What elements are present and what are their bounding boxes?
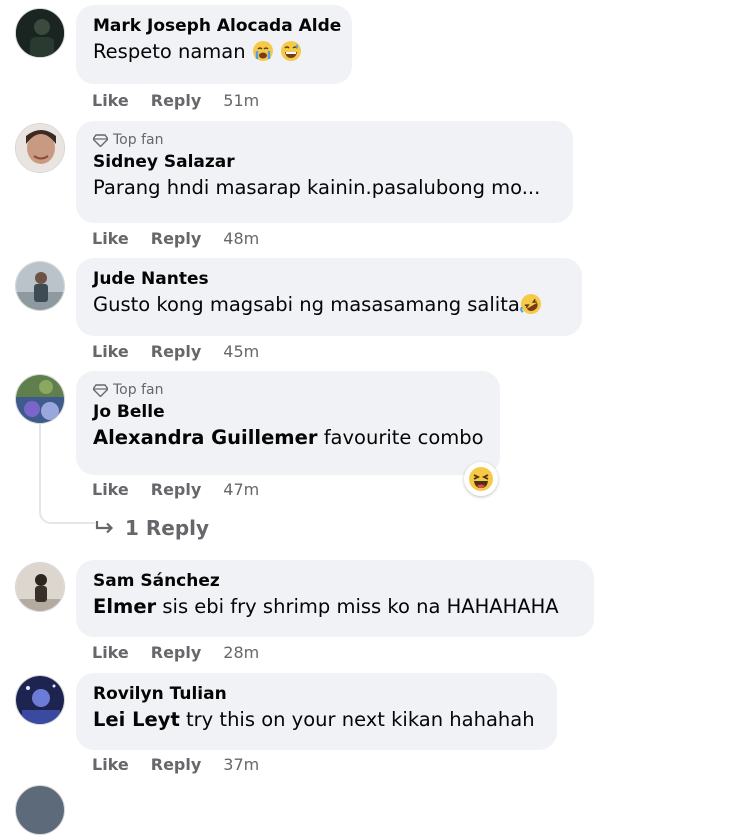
comment-author[interactable]: Sam Sánchez: [93, 569, 578, 593]
haha-reaction-icon[interactable]: [464, 462, 498, 496]
grinning-sweat-emoji: [280, 40, 302, 70]
comment-actions: Like Reply 48m: [92, 227, 259, 249]
reply-button[interactable]: Reply: [151, 643, 202, 662]
like-button[interactable]: Like: [92, 229, 129, 248]
comment-text: Elmer sis ebi fry shrimp miss ko na HAHA…: [93, 593, 578, 621]
comment-text: Respeto naman: [93, 38, 336, 70]
avatar[interactable]: [15, 785, 65, 835]
comment-bubble: Top fan Jo Belle Alexandra Guillemer fav…: [76, 371, 500, 475]
mentioned-user-link[interactable]: Elmer: [93, 595, 156, 618]
comment-text: Alexandra Guillemer favourite combo: [93, 424, 484, 452]
like-button[interactable]: Like: [92, 91, 129, 110]
comment-text: Gusto kong magsabi ng masasamang salita: [93, 291, 566, 323]
diamond-icon: [93, 383, 108, 397]
like-button[interactable]: Like: [92, 643, 129, 662]
comment-timestamp[interactable]: 51m: [223, 91, 259, 110]
top-fan-label: Top fan: [113, 132, 164, 148]
comment-bubble: Mark Joseph Alocada Alde Respeto naman: [76, 5, 352, 84]
comment-actions: Like Reply 28m: [92, 641, 259, 663]
rolling-laughing-emoji: [520, 293, 542, 323]
reply-arrow-icon: [95, 521, 114, 534]
comment-body: Respeto naman: [93, 40, 246, 63]
crying-face-emoji: [252, 40, 274, 70]
comment-actions: Like Reply 45m: [92, 340, 259, 362]
comment-body: favourite combo: [323, 426, 484, 449]
comment-author[interactable]: Rovilyn Tulian: [93, 682, 541, 706]
comment-author[interactable]: Mark Joseph Alocada Alde: [93, 14, 341, 38]
avatar[interactable]: [15, 8, 65, 58]
diamond-icon: [93, 133, 108, 147]
avatar[interactable]: [15, 374, 65, 424]
like-button[interactable]: Like: [92, 342, 129, 361]
comment-actions: Like Reply 51m: [92, 89, 259, 111]
comment-bubble: Sam Sánchez Elmer sis ebi fry shrimp mis…: [76, 560, 594, 637]
comment-timestamp[interactable]: 28m: [223, 643, 259, 662]
comment-body: try this on your next kikan hahahah: [186, 708, 535, 731]
comment-author[interactable]: Sidney Salazar: [93, 150, 557, 174]
top-fan-badge: Top fan: [93, 380, 484, 400]
comment-timestamp[interactable]: 37m: [223, 755, 259, 774]
comment-timestamp[interactable]: 45m: [223, 342, 259, 361]
avatar[interactable]: [15, 123, 65, 173]
avatar[interactable]: [15, 562, 65, 612]
reply-button[interactable]: Reply: [151, 91, 202, 110]
avatar[interactable]: [15, 675, 65, 725]
reply-button[interactable]: Reply: [151, 755, 202, 774]
comment-actions: Like Reply 37m: [92, 753, 259, 775]
comment-text: Lei Leyt try this on your next kikan hah…: [93, 706, 541, 734]
replies-count-label: 1 Reply: [125, 516, 210, 540]
reply-button[interactable]: Reply: [151, 229, 202, 248]
top-fan-label: Top fan: [113, 382, 164, 398]
view-replies-link[interactable]: 1 Reply: [95, 516, 209, 540]
top-fan-badge: Top fan: [93, 130, 557, 150]
reply-button[interactable]: Reply: [151, 480, 202, 499]
comment-bubble: Rovilyn Tulian Lei Leyt try this on your…: [76, 673, 557, 750]
reply-button[interactable]: Reply: [151, 342, 202, 361]
comment-timestamp[interactable]: 47m: [223, 480, 259, 499]
comment-author[interactable]: Jo Belle: [93, 400, 484, 424]
comment-bubble: Top fan Sidney Salazar Parang hndi masar…: [76, 121, 573, 223]
mentioned-user-link[interactable]: Lei Leyt: [93, 708, 180, 731]
mentioned-user-link[interactable]: Alexandra Guillemer: [93, 426, 317, 449]
comment-body: Parang hndi masarap kainin.pasalubong mo…: [93, 176, 541, 199]
avatar[interactable]: [15, 261, 65, 311]
comment-timestamp[interactable]: 48m: [223, 229, 259, 248]
comment-bubble: Jude Nantes Gusto kong magsabi ng masasa…: [76, 258, 582, 336]
comment-body: sis ebi fry shrimp miss ko na HAHAHAHA: [162, 595, 559, 618]
comment-actions: Like Reply 47m: [92, 478, 259, 500]
comment-body: Gusto kong magsabi ng masasamang salita: [93, 293, 520, 316]
like-button[interactable]: Like: [92, 480, 129, 499]
comment-author[interactable]: Jude Nantes: [93, 267, 566, 291]
like-button[interactable]: Like: [92, 755, 129, 774]
